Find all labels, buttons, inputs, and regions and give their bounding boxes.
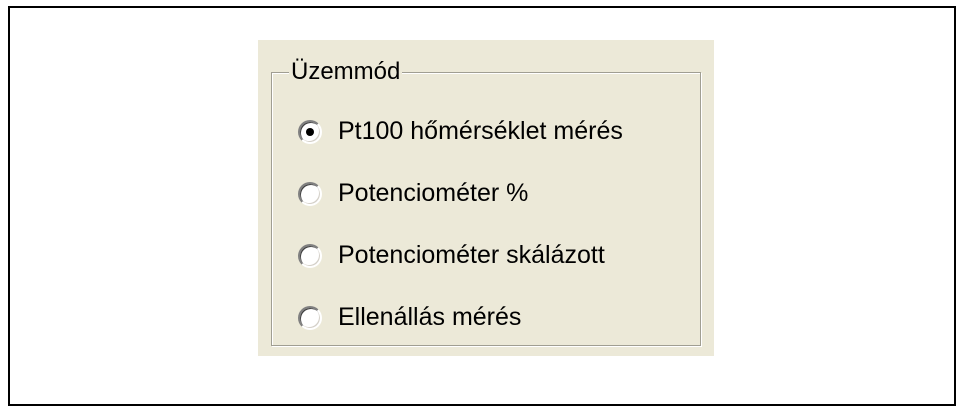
radio-option-pt100[interactable]: Pt100 hőmérséklet mérés <box>298 111 623 173</box>
radio-option-potentiometer-percent[interactable]: Potenciométer % <box>298 173 623 235</box>
radio-option-potentiometer-scaled[interactable]: Potenciométer skálázott <box>298 235 623 297</box>
radio-label-potentiometer-percent[interactable]: Potenciométer % <box>338 173 528 213</box>
radio-option-resistance[interactable]: Ellenállás mérés <box>298 297 623 359</box>
radio-button-icon[interactable] <box>298 244 322 268</box>
radio-label-resistance[interactable]: Ellenállás mérés <box>338 297 521 337</box>
radio-button-icon[interactable] <box>298 306 322 330</box>
radio-button-icon[interactable] <box>298 120 322 144</box>
mode-panel: Üzemmód Pt100 hőmérséklet mérés Potencio… <box>258 40 714 356</box>
mode-radio-list: Pt100 hőmérséklet mérés Potenciométer % … <box>298 111 623 359</box>
radio-label-pt100[interactable]: Pt100 hőmérséklet mérés <box>338 111 623 151</box>
mode-groupbox: Üzemmód Pt100 hőmérséklet mérés Potencio… <box>271 57 701 346</box>
radio-button-icon[interactable] <box>298 182 322 206</box>
radio-selected-dot <box>306 128 314 136</box>
groupbox-title: Üzemmód <box>289 57 403 87</box>
radio-label-potentiometer-scaled[interactable]: Potenciométer skálázott <box>338 235 605 275</box>
